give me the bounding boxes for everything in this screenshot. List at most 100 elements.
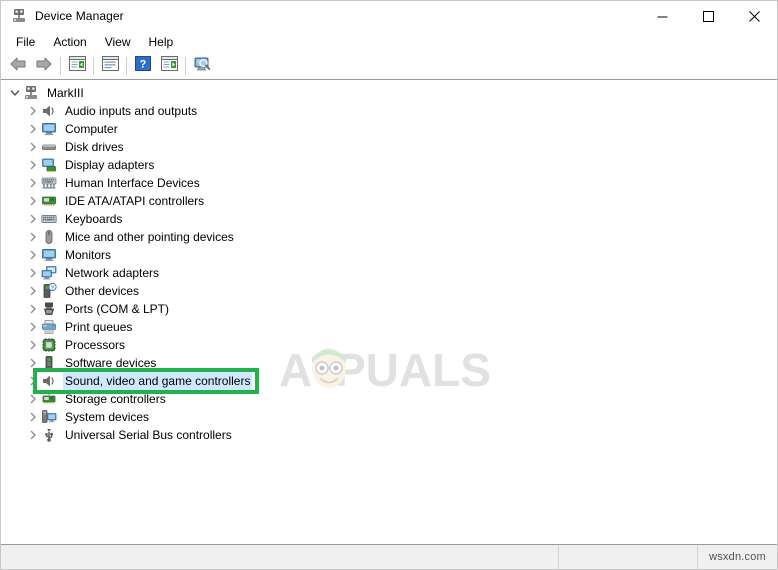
port-icon <box>41 301 57 317</box>
other-device-icon: ? <box>41 282 57 299</box>
chevron-right-icon[interactable] <box>25 138 41 156</box>
menu-action[interactable]: Action <box>44 33 95 52</box>
tree-item-universal-serial-bus-controllers[interactable]: Universal Serial Bus controllers <box>1 426 777 444</box>
tree-item-label: Software devices <box>65 356 157 370</box>
chevron-right-icon[interactable] <box>25 300 41 318</box>
tree-item-network-adapters[interactable]: Network adapters <box>1 264 777 282</box>
scan-hardware-changes-button[interactable] <box>189 54 215 78</box>
back-button[interactable] <box>5 54 31 78</box>
tree-item-label: Audio inputs and outputs <box>65 104 198 118</box>
chevron-right-icon[interactable] <box>25 120 41 138</box>
forward-button[interactable] <box>31 54 57 78</box>
tree-item-ide-ata-atapi-controllers[interactable]: IDE ATA/ATAPI controllers <box>1 192 777 210</box>
tree-root-label: MarkIII <box>47 86 84 100</box>
tree-item-print-queues[interactable]: Print queues <box>1 318 777 336</box>
tree-item-software-devices[interactable]: Software devices <box>1 354 777 372</box>
tree-item-storage-controllers[interactable]: Storage controllers <box>1 390 777 408</box>
window-controls <box>639 1 777 31</box>
chevron-right-icon[interactable] <box>25 210 41 228</box>
chevron-right-icon[interactable] <box>25 372 41 390</box>
chevron-right-icon[interactable] <box>25 102 41 120</box>
network-adapter-icon <box>41 265 57 281</box>
menu-view[interactable]: View <box>96 33 140 52</box>
chevron-right-icon[interactable] <box>25 426 41 444</box>
tree-item-label: Disk drives <box>65 140 124 154</box>
site-watermark: wsxdn.com <box>709 551 766 563</box>
system-device-icon <box>41 409 57 425</box>
chevron-right-icon[interactable] <box>25 192 41 210</box>
processor-icon <box>41 337 57 353</box>
tree-item-label: Display adapters <box>65 158 155 172</box>
chevron-right-icon[interactable] <box>25 336 41 354</box>
title-bar: Device Manager <box>1 1 777 31</box>
help-button[interactable]: ? <box>130 54 156 78</box>
device-manager-icon <box>11 8 27 24</box>
tree-item-system-devices[interactable]: System devices <box>1 408 777 426</box>
tree-item-label: Computer <box>65 122 118 136</box>
status-main-cell <box>1 545 559 569</box>
status-mid-cell <box>559 545 698 569</box>
tree-item-label: IDE ATA/ATAPI controllers <box>65 194 205 208</box>
close-button[interactable] <box>731 1 777 31</box>
monitor-icon <box>41 121 57 137</box>
tree-item-label: Monitors <box>65 248 112 262</box>
tree-item-human-interface-devices[interactable]: Human Interface Devices <box>1 174 777 192</box>
device-manager-window: Device Manager File Action View Help ? A… <box>0 0 778 570</box>
tree-item-label: Ports (COM & LPT) <box>65 302 170 316</box>
chevron-right-icon[interactable] <box>25 174 41 192</box>
tree-item-processors[interactable]: Processors <box>1 336 777 354</box>
update-driver-button[interactable] <box>156 54 182 78</box>
menu-help[interactable]: Help <box>140 33 183 52</box>
tree-item-audio-inputs-and-outputs[interactable]: Audio inputs and outputs <box>1 102 777 120</box>
ide-controller-icon <box>41 193 57 209</box>
console-tree-icon <box>68 56 86 76</box>
chevron-right-icon[interactable] <box>25 156 41 174</box>
tree-item-label: Universal Serial Bus controllers <box>65 428 232 442</box>
device-tree[interactable]: MarkIII Audio inputs and outputs Compute… <box>1 80 777 444</box>
monitor-icon <box>41 247 57 263</box>
minimize-button[interactable] <box>639 1 685 31</box>
forward-arrow-icon <box>35 56 53 77</box>
speaker-icon <box>41 373 57 389</box>
chevron-right-icon[interactable] <box>25 246 41 264</box>
chevron-right-icon[interactable] <box>25 354 41 372</box>
usb-icon <box>41 427 57 443</box>
tree-root-node[interactable]: MarkIII <box>1 84 777 102</box>
tree-item-label: Mice and other pointing devices <box>65 230 234 244</box>
chevron-down-icon[interactable] <box>7 84 23 102</box>
chevron-right-icon[interactable] <box>25 228 41 246</box>
tree-item-mice-and-other-pointing-devices[interactable]: Mice and other pointing devices <box>1 228 777 246</box>
toolbar: ? <box>1 53 777 80</box>
properties-button[interactable] <box>97 54 123 78</box>
tree-item-sound-video-and-game-controllers[interactable]: Sound, video and game controllers <box>1 372 777 390</box>
tree-item-label: Print queues <box>65 320 133 334</box>
menu-file[interactable]: File <box>7 33 44 52</box>
chevron-right-icon[interactable] <box>25 408 41 426</box>
show-hide-console-tree-button[interactable] <box>64 54 90 78</box>
maximize-button[interactable] <box>685 1 731 31</box>
toolbar-separator <box>185 57 186 75</box>
mouse-icon <box>41 229 57 245</box>
chevron-right-icon[interactable] <box>25 318 41 336</box>
tree-item-label: Human Interface Devices <box>65 176 200 190</box>
svg-text:?: ? <box>140 59 147 71</box>
tree-item-ports-com-and-lpt[interactable]: Ports (COM & LPT) <box>1 300 777 318</box>
chevron-right-icon[interactable] <box>25 264 41 282</box>
printer-icon <box>41 319 57 335</box>
tree-item-display-adapters[interactable]: Display adapters <box>1 156 777 174</box>
tree-item-disk-drives[interactable]: Disk drives <box>1 138 777 156</box>
chevron-right-icon[interactable] <box>25 390 41 408</box>
tree-item-monitors[interactable]: Monitors <box>1 246 777 264</box>
tree-item-label: Network adapters <box>65 266 160 280</box>
toolbar-separator <box>126 57 127 75</box>
back-arrow-icon <box>9 56 27 77</box>
window-title: Device Manager <box>35 9 124 23</box>
chevron-right-icon[interactable] <box>25 282 41 300</box>
tree-item-label: Other devices <box>65 284 140 298</box>
status-bar: wsxdn.com <box>1 545 777 569</box>
tree-item-computer[interactable]: Computer <box>1 120 777 138</box>
device-tree-pane[interactable]: A PUALS MarkIII Audio inputs and outputs… <box>1 80 777 545</box>
toolbar-separator <box>60 57 61 75</box>
tree-item-other-devices[interactable]: ? Other devices <box>1 282 777 300</box>
tree-item-keyboards[interactable]: Keyboards <box>1 210 777 228</box>
